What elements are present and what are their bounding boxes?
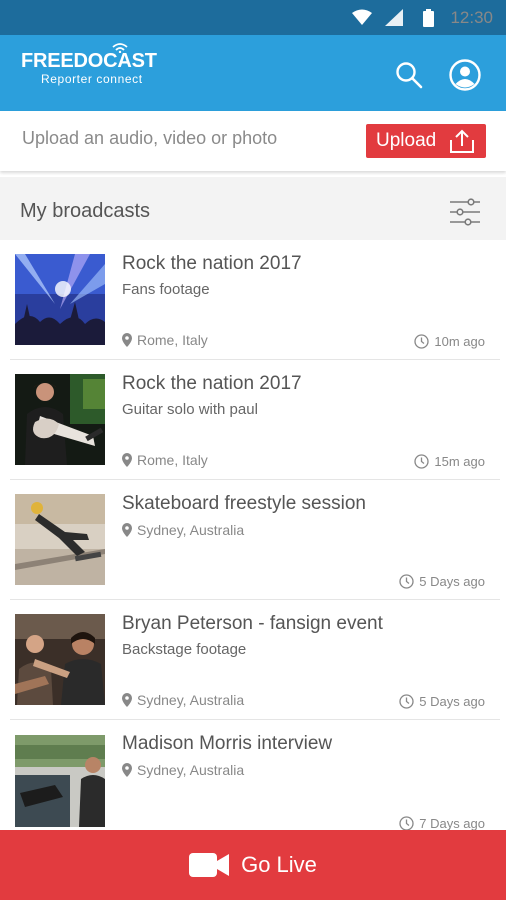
clock: 12:30 — [450, 8, 493, 27]
broadcast-thumbnail — [15, 374, 105, 465]
clock-icon — [399, 816, 414, 830]
broadcast-location: Sydney, Australia — [122, 762, 244, 778]
broadcast-title: Skateboard freestyle session — [122, 493, 366, 514]
upload-button[interactable]: Upload — [366, 124, 486, 158]
location-pin-icon — [122, 523, 132, 537]
broadcast-title: Rock the nation 2017 — [122, 373, 302, 394]
broadcast-title: Bryan Peterson - fansign event — [122, 613, 383, 634]
broadcast-thumbnail — [15, 735, 105, 827]
time-label: 5 Days ago — [419, 574, 485, 589]
broadcast-item[interactable]: Rock the nation 2017 Fans footage Rome, … — [0, 240, 506, 360]
time-label: 15m ago — [434, 454, 485, 469]
account-icon — [449, 59, 481, 91]
logo-subtitle: Reporter connect — [41, 72, 143, 86]
broadcast-subtitle: Guitar solo with paul — [122, 401, 258, 418]
clock-icon — [414, 454, 430, 469]
upload-button-label: Upload — [376, 130, 437, 151]
search-button[interactable] — [395, 61, 423, 89]
location-label: Sydney, Australia — [137, 762, 245, 778]
clock-icon — [399, 574, 414, 589]
account-button[interactable] — [449, 59, 481, 91]
clock-icon — [414, 334, 430, 349]
broadcast-time: 15m ago — [414, 454, 485, 469]
time-label: 10m ago — [434, 334, 485, 349]
location-pin-icon — [122, 333, 132, 347]
broadcast-location: Rome, Italy — [122, 452, 208, 468]
broadcast-time: 7 Days ago — [399, 816, 485, 830]
location-label: Sydney, Australia — [137, 522, 245, 538]
broadcast-location: Sydney, Australia — [122, 692, 244, 708]
cell-signal-icon — [385, 9, 403, 26]
status-bar: 12:30 — [0, 0, 506, 35]
broadcast-time: 5 Days ago — [399, 574, 485, 589]
freedocast-logo: FREEDOCAST Reporter connect — [21, 43, 157, 86]
broadcast-title: Rock the nation 2017 — [122, 253, 302, 274]
search-icon — [396, 62, 423, 89]
broadcast-title: Madison Morris interview — [122, 733, 333, 754]
video-camera-icon — [189, 853, 230, 877]
upload-bar: Upload — [0, 111, 506, 171]
time-label: 7 Days ago — [419, 816, 485, 830]
broadcast-subtitle: Backstage footage — [122, 641, 247, 658]
app-bar: FREEDOCAST Reporter connect — [0, 35, 506, 111]
time-label: 5 Days ago — [419, 694, 485, 709]
broadcast-time: 10m ago — [414, 334, 485, 349]
wifi-signal-icon — [352, 9, 372, 25]
upload-icon — [450, 129, 474, 153]
broadcast-subtitle: Fans footage — [122, 281, 210, 298]
logo-brand: FREEDOCAST — [21, 50, 157, 72]
broadcast-thumbnail — [15, 494, 105, 585]
broadcast-icon — [112, 43, 128, 53]
broadcast-item[interactable]: Bryan Peterson - fansign event Backstage… — [0, 600, 506, 720]
broadcast-time: 5 Days ago — [399, 694, 485, 709]
broadcast-item[interactable]: Madison Morris interview Sydney, Austral… — [0, 720, 506, 830]
go-live-label: Go Live — [241, 852, 317, 877]
broadcast-thumbnail — [15, 614, 105, 705]
battery-icon — [423, 9, 434, 27]
filter-sliders-icon — [450, 198, 480, 226]
broadcast-location: Rome, Italy — [122, 332, 208, 348]
filter-button[interactable] — [448, 197, 482, 227]
section-title: My broadcasts — [20, 200, 151, 222]
location-pin-icon — [122, 453, 132, 467]
broadcast-item[interactable]: Rock the nation 2017 Guitar solo with pa… — [0, 360, 506, 480]
broadcast-list: Rock the nation 2017 Fans footage Rome, … — [0, 240, 506, 830]
location-pin-icon — [122, 763, 132, 777]
clock-icon — [399, 694, 414, 709]
broadcast-item[interactable]: Skateboard freestyle session Sydney, Aus… — [0, 480, 506, 600]
upload-field[interactable] — [22, 128, 342, 149]
location-label: Rome, Italy — [137, 452, 208, 468]
location-label: Sydney, Australia — [137, 692, 245, 708]
location-pin-icon — [122, 693, 132, 707]
section-header: My broadcasts — [0, 177, 506, 240]
go-live-button[interactable]: Go Live — [0, 830, 506, 900]
broadcast-location: Sydney, Australia — [122, 522, 244, 538]
broadcast-thumbnail — [15, 254, 105, 345]
location-label: Rome, Italy — [137, 332, 208, 348]
